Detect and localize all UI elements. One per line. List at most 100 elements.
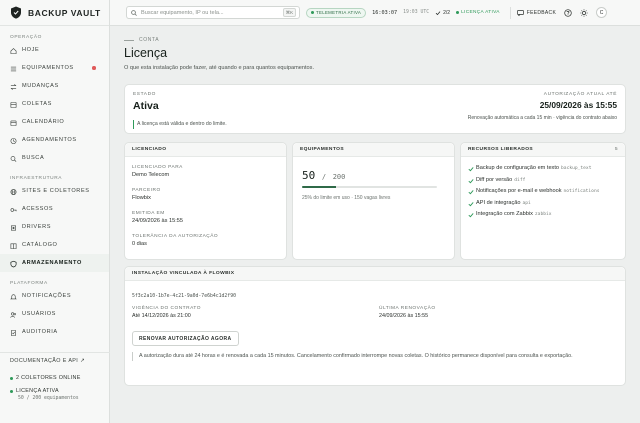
message-icon — [516, 9, 524, 16]
auth-until-value: 25/09/2026 às 15:55 — [539, 100, 617, 110]
search-box[interactable]: ⌘K — [126, 6, 300, 19]
sidebar-item-calendar[interactable]: CALENDÁRIO — [0, 113, 109, 131]
sidebar-section-title: PLATAFORMA — [10, 281, 48, 286]
check-icon — [468, 201, 476, 207]
home-icon — [10, 47, 17, 54]
sidebar-item-sites[interactable]: SITES E COLETORES — [0, 182, 109, 200]
contract-field: VIGÊNCIA DO CONTRATO Até 14/12/2026 às 21… — [132, 306, 201, 319]
sidebar-item-label: SITES E COLETORES — [22, 188, 90, 194]
equipment-header: EQUIPAMENTOS — [293, 143, 454, 157]
sidebar-item-schedule[interactable]: AGENDAMENTOS — [0, 131, 109, 149]
resources-card: RECURSOS LIBERADOS 5 Backup de configuraç… — [460, 142, 626, 260]
check-icon — [468, 189, 476, 195]
sidebar-item-key[interactable]: ACESSOS — [0, 200, 109, 218]
field-label: PARCEIRO — [132, 188, 161, 193]
sidebar-item-storage[interactable]: ARMAZENAMENTO — [0, 254, 109, 272]
schedule-icon — [10, 137, 17, 144]
feedback-button[interactable]: FEEDBACK — [516, 9, 557, 16]
license-active-label: LICENÇA ATIVA — [16, 388, 59, 394]
resource-item: Notificações por e-mail e webhook notific… — [468, 188, 618, 195]
sidebar-item-changes[interactable]: MUDANÇAS — [0, 77, 109, 95]
breadcrumb[interactable]: CONTA — [124, 37, 159, 43]
field-label: EMITIDA EM — [132, 211, 165, 216]
equipment-separator: / — [321, 173, 327, 181]
search-icon — [131, 9, 137, 16]
breadcrumb-label: CONTA — [139, 37, 160, 43]
telemetry-dot-icon — [311, 11, 314, 14]
license-usage: 50 / 200 equipamentos — [18, 396, 79, 401]
resource-code: zabbix — [534, 212, 552, 217]
breadcrumb-line — [124, 39, 134, 41]
page-title: Licença — [124, 46, 168, 60]
sites-icon — [10, 188, 17, 195]
equipment-usage: 50 / 200 — [302, 169, 345, 182]
check-icon — [468, 166, 476, 172]
sidebar-item-label: AUDITORIA — [22, 329, 58, 335]
resources-count: 5 — [614, 147, 618, 152]
resource-text: API de integração api — [476, 200, 616, 207]
search-shortcut: ⌘K — [282, 8, 296, 17]
resource-text: Diff por versão diff — [476, 177, 616, 184]
search-icon — [10, 155, 17, 162]
field-value: Demo Telecom — [132, 172, 170, 178]
sidebar-item-list[interactable]: EQUIPAMENTOS — [0, 59, 109, 77]
telemetry-label: TELEMETRIA ATIVA — [316, 10, 362, 15]
changes-icon — [10, 83, 17, 90]
resource-item: Diff por versão diff — [468, 177, 618, 184]
shield-logo-icon — [11, 6, 21, 19]
renewal-field: ÚLTIMA RENOVAÇÃO 24/09/2026 às 15:55 — [379, 306, 436, 319]
license-status-badge: LICENÇA ATIVA — [456, 10, 500, 15]
sidebar-item-audit[interactable]: AUDITORIA — [0, 323, 109, 341]
sidebar-item-search[interactable]: BUSCA — [0, 149, 109, 167]
calendar-icon — [10, 119, 17, 126]
help-icon[interactable] — [564, 8, 572, 17]
sidebar-item-drivers[interactable]: DRIVERS — [0, 218, 109, 236]
license-status-card: ESTADO Ativa A licença está válida e den… — [124, 84, 626, 134]
flowbix-header: INSTALAÇÃO VINCULADA À FLOWBIX — [125, 267, 625, 281]
sidebar-item-catalog[interactable]: CATÁLOGO — [0, 236, 109, 254]
auth-until-label: AUTORIZAÇÃO ATUAL ATÉ — [543, 92, 617, 97]
resource-text: Notificações por e-mail e webhook notific… — [476, 188, 616, 195]
divider — [509, 6, 511, 19]
theme-sun-icon[interactable] — [580, 8, 588, 17]
license-status-label: LICENÇA ATIVA — [461, 10, 500, 15]
feedback-label: FEEDBACK — [526, 9, 557, 16]
contract-label: VIGÊNCIA DO CONTRATO — [132, 306, 201, 311]
collectors-online-label: 2 COLETORES ONLINE — [16, 375, 81, 381]
sidebar-item-home[interactable]: HOJE — [0, 41, 109, 59]
sidebar-item-label: AGENDAMENTOS — [22, 137, 77, 143]
bell-icon — [10, 293, 17, 300]
install-id: 5f3c2a10-1b7e-4c21-9a0d-7e6b4c1d2f90 — [132, 294, 236, 299]
field-value: 24/09/2026 às 15:55 — [132, 218, 184, 224]
alert-badge — [92, 66, 96, 70]
storage-icon — [10, 260, 17, 267]
sidebar-item-bell[interactable]: NOTIFICAÇÕES — [0, 287, 109, 305]
brand[interactable]: BACKUP VAULT — [0, 0, 109, 26]
resources-header: RECURSOS LIBERADOS 5 — [461, 143, 625, 157]
equipment-progress-bar — [302, 186, 437, 188]
sidebar-item-label: CALENDÁRIO — [22, 119, 65, 125]
renewal-label: ÚLTIMA RENOVAÇÃO — [379, 306, 436, 311]
main-content: CONTA Licença O que esta instalação pode… — [110, 26, 640, 423]
sidebar-item-label: USUÁRIOS — [22, 311, 57, 317]
resource-label: Diff por versão — [476, 176, 513, 183]
flowbix-card: INSTALAÇÃO VINCULADA À FLOWBIX 5f3c2a10-… — [124, 266, 626, 386]
user-avatar[interactable]: C — [596, 7, 608, 18]
list-icon — [10, 65, 17, 72]
sidebar-item-users[interactable]: USUÁRIOS — [0, 305, 109, 323]
docs-api-link[interactable]: DOCUMENTAÇÃO E API ↗ — [0, 353, 110, 369]
search-input[interactable] — [141, 9, 281, 16]
renew-authorization-button[interactable]: RENOVAR AUTORIZAÇÃO AGORA — [132, 331, 239, 346]
resource-label: Integração com Zabbix — [476, 211, 533, 217]
equipment-used: 50 — [302, 169, 316, 182]
resource-item: API de integração api — [468, 200, 618, 207]
sidebar-item-label: EQUIPAMENTOS — [22, 65, 74, 71]
sidebar-item-label: MUDANÇAS — [22, 83, 59, 89]
sidebar-item-label: COLETAS — [22, 101, 52, 107]
key-icon — [10, 206, 17, 213]
sidebar-footer: DOCUMENTAÇÃO E API ↗ 2 COLETORES ONLINE … — [0, 352, 110, 401]
resources-title: RECURSOS LIBERADOS — [468, 147, 534, 152]
sidebar-item-collections[interactable]: COLETAS — [0, 95, 109, 113]
sidebar-item-label: BUSCA — [22, 155, 45, 161]
drivers-icon — [10, 224, 17, 231]
